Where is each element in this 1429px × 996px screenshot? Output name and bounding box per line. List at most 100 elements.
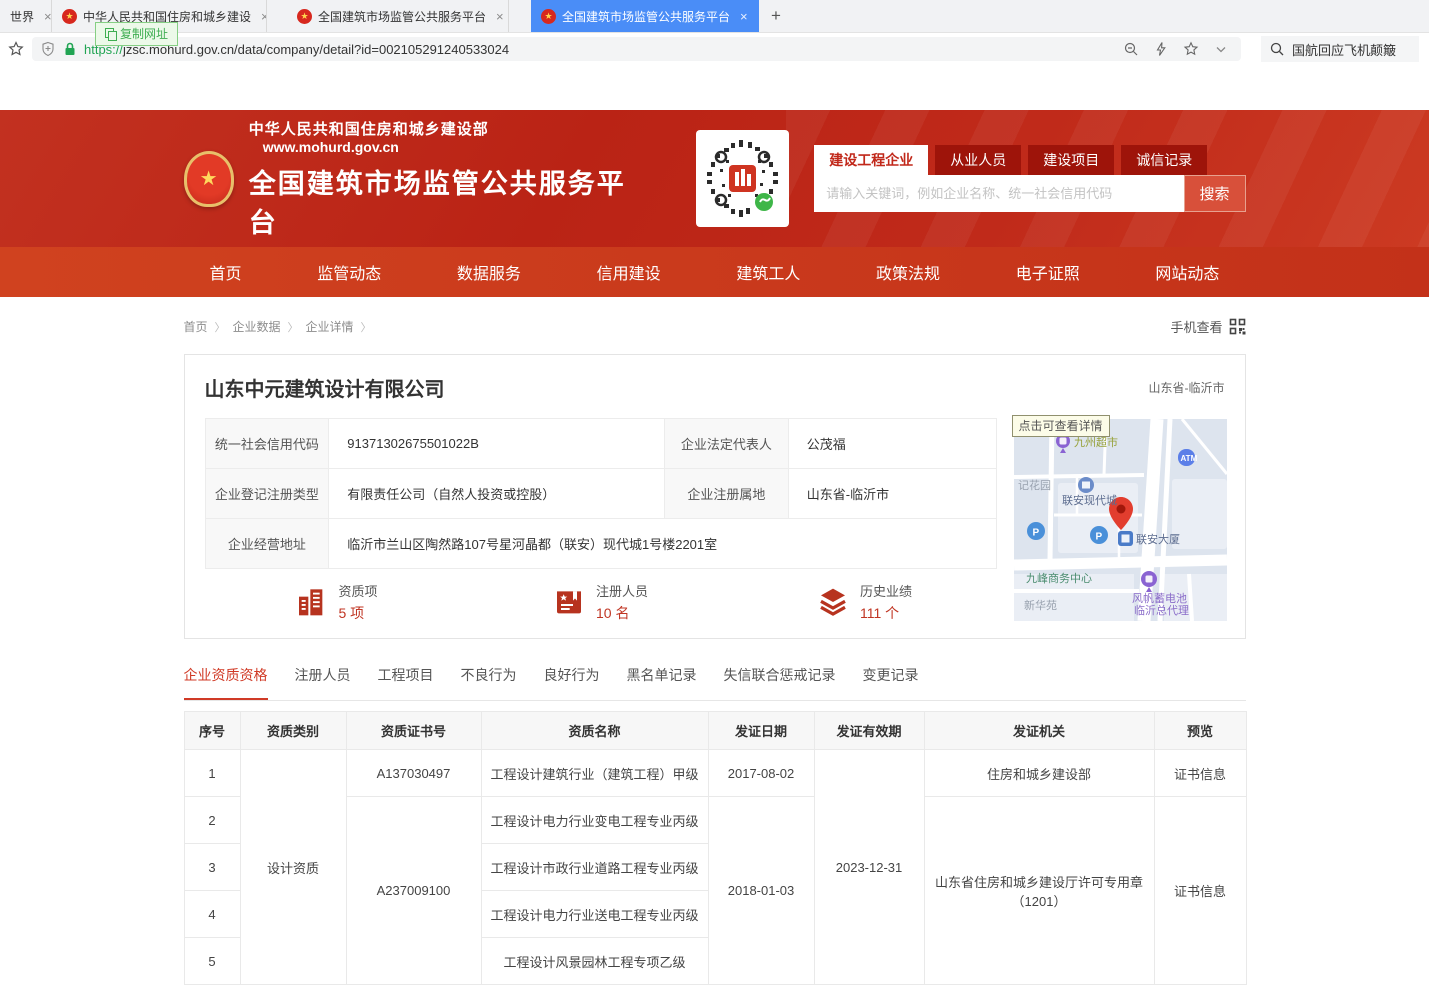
certificate-info-link[interactable]: 证书信息 xyxy=(1154,750,1246,797)
business-address-value: 临沂市兰山区陶然路107号星河晶都（联安）现代城1号楼2201室 xyxy=(329,519,996,569)
registration-region-value: 山东省-临沂市 xyxy=(788,469,996,519)
stat-value: 5 项 xyxy=(338,603,377,623)
legal-person-value: 公茂福 xyxy=(788,419,996,469)
map-label-jiufeng: 九峰商务中心 xyxy=(1026,571,1092,585)
map-label-lianan-modern: 联安现代城 xyxy=(1062,493,1117,507)
browser-hot-search-box[interactable]: 国航回应飞机颠簸 xyxy=(1261,36,1419,62)
nav-home[interactable]: 首页 xyxy=(210,260,242,284)
stat-label: 资质项 xyxy=(338,581,377,600)
cell-cert-no: A237009100 xyxy=(346,797,481,985)
chevron-down-icon[interactable] xyxy=(1213,41,1229,57)
keyword-search-input[interactable] xyxy=(814,175,1183,212)
search-tab-personnel[interactable]: 从业人员 xyxy=(935,145,1021,175)
site-header: ★ 中华人民共和国住房和城乡建设部 www.mohurd.gov.cn 全国建筑… xyxy=(0,110,1429,247)
registration-type-value: 有限责任公司（自然人投资或控股） xyxy=(329,469,665,519)
stat-historical-projects[interactable]: 历史业绩 111 个 xyxy=(733,581,997,623)
tab-projects[interactable]: 工程项目 xyxy=(378,665,434,700)
url-text[interactable]: https://jzsc.mohurd.gov.cn/data/company/… xyxy=(84,42,1117,57)
tab-close-icon[interactable]: × xyxy=(261,9,267,24)
table-row: 企业经营地址 临沂市兰山区陶然路107号星河晶都（联安）现代城1号楼2201室 xyxy=(205,519,996,569)
info-label: 企业登记注册类型 xyxy=(205,469,329,519)
stat-label: 历史业绩 xyxy=(860,581,912,600)
map-label-xinhua: 新华苑 xyxy=(1024,598,1057,612)
search-tab-enterprise[interactable]: 建设工程企业 xyxy=(814,145,928,175)
search-icon xyxy=(1269,41,1285,57)
nav-data-service[interactable]: 数据服务 xyxy=(457,260,521,284)
mobile-view-button[interactable]: 手机查看 xyxy=(1170,317,1245,336)
certificate-info-link[interactable]: 证书信息 xyxy=(1154,797,1246,985)
zoom-out-icon[interactable] xyxy=(1123,41,1139,57)
map-label-parking: P xyxy=(1032,528,1039,539)
url-field[interactable]: https://jzsc.mohurd.gov.cn/data/company/… xyxy=(32,37,1241,61)
search-tab-credit[interactable]: 诚信记录 xyxy=(1121,145,1207,175)
col-issue-date: 发证日期 xyxy=(708,712,814,750)
tab-qualifications[interactable]: 企业资质资格 xyxy=(184,665,268,700)
nav-licenses[interactable]: 电子证照 xyxy=(1016,260,1080,284)
search-tab-project[interactable]: 建设项目 xyxy=(1028,145,1114,175)
nav-supervision[interactable]: 监管动态 xyxy=(317,260,381,284)
tab-close-icon[interactable]: × xyxy=(44,9,52,24)
national-emblem-icon: ★ xyxy=(297,9,312,24)
national-emblem-icon: ★ xyxy=(62,9,77,24)
breadcrumb-home[interactable]: 首页 xyxy=(184,318,208,335)
cell-issue-date: 2018-01-03 xyxy=(708,797,814,985)
cell-seq: 3 xyxy=(184,844,240,891)
shield-permission-icon[interactable] xyxy=(40,41,56,57)
col-seq: 序号 xyxy=(184,712,240,750)
copy-url-tooltip: 复制网址 xyxy=(95,22,178,46)
qr-code xyxy=(696,130,789,227)
tab-title: 世界 xyxy=(10,8,34,25)
nav-workers[interactable]: 建筑工人 xyxy=(736,260,800,284)
cell-valid-until: 2023-12-31 xyxy=(814,750,924,985)
cell-seq: 5 xyxy=(184,938,240,985)
page-top-gap xyxy=(0,65,1429,110)
browser-tab-jzsc[interactable]: ★ 全国建筑市场监管公共服务平台 × xyxy=(287,0,509,32)
map-label-parking: P xyxy=(1095,532,1102,543)
table-row: 1 设计资质 A137030497 工程设计建筑行业（建筑工程）甲级 2017-… xyxy=(184,750,1246,797)
national-emblem-icon: ★ xyxy=(184,151,234,207)
tab-blacklist[interactable]: 黑名单记录 xyxy=(627,665,697,700)
tab-good-behavior[interactable]: 良好行为 xyxy=(544,665,600,700)
cell-seq: 2 xyxy=(184,797,240,844)
certificate-book-icon xyxy=(553,586,585,618)
tab-dishonesty[interactable]: 失信联合惩戒记录 xyxy=(724,665,836,700)
col-category: 资质类别 xyxy=(240,712,346,750)
stat-value: 10 名 xyxy=(596,603,648,623)
nav-site-news[interactable]: 网站动态 xyxy=(1155,260,1219,284)
col-valid-until: 发证有效期 xyxy=(814,712,924,750)
stat-registered-personnel[interactable]: 注册人员 10 名 xyxy=(469,581,733,623)
tab-registered-personnel[interactable]: 注册人员 xyxy=(295,665,351,700)
favorite-star-icon[interactable] xyxy=(1183,41,1199,57)
tab-change-records[interactable]: 变更记录 xyxy=(863,665,919,700)
stat-qualifications[interactable]: 资质项 5 项 xyxy=(205,581,469,623)
nav-policy[interactable]: 政策法规 xyxy=(876,260,940,284)
browser-tab-active[interactable]: ★ 全国建筑市场监管公共服务平台 × xyxy=(531,0,759,32)
company-location-map[interactable]: 点击可查看详情 xyxy=(1014,419,1227,621)
breadcrumb-company-data[interactable]: 企业数据 xyxy=(233,318,281,335)
col-cert-no: 资质证书号 xyxy=(346,712,481,750)
site-logo[interactable]: ★ 中华人民共和国住房和城乡建设部 www.mohurd.gov.cn 全国建筑… xyxy=(184,118,639,240)
cell-qualification-name: 工程设计电力行业送电工程专业丙级 xyxy=(481,891,708,938)
cell-qualification-name: 工程设计电力行业变电工程专业丙级 xyxy=(481,797,708,844)
breadcrumb-company-detail[interactable]: 企业详情 xyxy=(306,318,354,335)
bookmark-star-icon[interactable] xyxy=(8,41,24,57)
address-bar-actions xyxy=(1123,41,1229,57)
credit-code-value: 91371302675501022B xyxy=(329,419,665,469)
nav-credit[interactable]: 信用建设 xyxy=(597,260,661,284)
secure-lock-icon xyxy=(62,41,78,57)
tab-close-icon[interactable]: × xyxy=(740,9,748,24)
browser-tab-partial[interactable]: 世界 × xyxy=(0,0,52,32)
tab-title: 全国建筑市场监管公共服务平台 xyxy=(562,8,730,25)
search-button[interactable]: 搜索 xyxy=(1184,175,1246,212)
info-label: 企业经营地址 xyxy=(205,519,329,569)
company-info-table: 统一社会信用代码 91371302675501022B 企业法定代表人 公茂福 … xyxy=(205,418,997,569)
col-authority: 发证机关 xyxy=(924,712,1154,750)
tab-bad-behavior[interactable]: 不良行为 xyxy=(461,665,517,700)
table-row: 统一社会信用代码 91371302675501022B 企业法定代表人 公茂福 xyxy=(205,419,996,469)
lightning-extension-icon[interactable] xyxy=(1153,41,1169,57)
col-preview: 预览 xyxy=(1154,712,1246,750)
new-tab-button[interactable]: + xyxy=(759,0,793,32)
national-emblem-icon: ★ xyxy=(541,9,556,24)
tab-close-icon[interactable]: × xyxy=(496,9,504,24)
qr-code-icon xyxy=(700,136,785,221)
